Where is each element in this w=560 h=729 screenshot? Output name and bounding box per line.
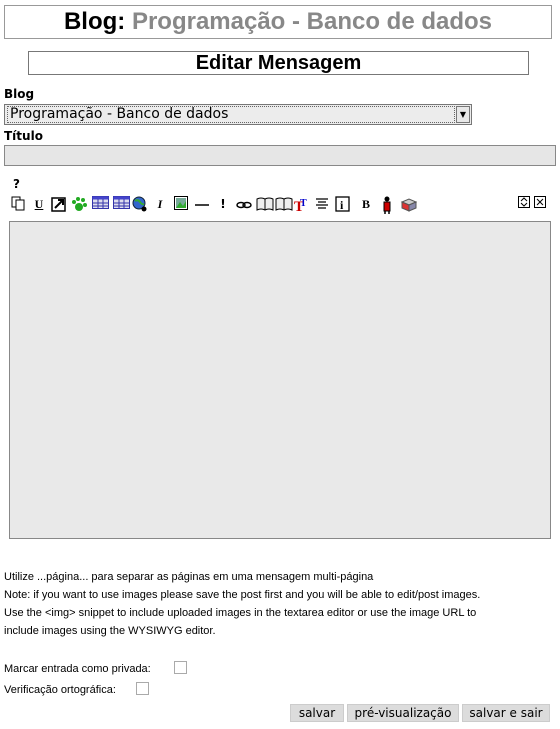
close-icon[interactable] [532, 196, 548, 213]
title-input[interactable] [4, 145, 556, 166]
bold-icon[interactable]: B [358, 196, 374, 213]
save-button[interactable]: salvar [290, 704, 344, 722]
table-alt-icon[interactable] [112, 196, 130, 213]
info-icon[interactable]: i [335, 196, 351, 213]
note-wysiwyg: include images using the WYSIWYG editor. [4, 625, 216, 637]
chevron-down-icon[interactable]: ▼ [456, 106, 470, 123]
title-prefix: Blog: [63, 8, 126, 35]
table-icon[interactable] [91, 196, 109, 213]
private-checkbox[interactable] [174, 661, 187, 674]
blog-label: Blog [4, 87, 35, 101]
spellcheck-checkbox[interactable] [136, 682, 149, 695]
blog-select-value: Programação - Banco de dados [10, 106, 229, 122]
private-label: Marcar entrada como privada: [4, 663, 151, 675]
blog-name: Programação - Banco de dados [131, 8, 493, 35]
help-icon[interactable]: ? [13, 177, 20, 191]
external-link-icon[interactable] [51, 196, 67, 213]
preview-button[interactable]: pré-visualização [347, 704, 459, 722]
package-icon[interactable] [400, 196, 418, 213]
section-title: Editar Mensagem [28, 51, 529, 75]
page-title: Blog: Programação - Banco de dados [4, 5, 552, 39]
underline-icon[interactable]: U [31, 196, 47, 213]
italic-icon[interactable]: I [152, 196, 168, 213]
title-label: Título [4, 129, 43, 143]
book-icon[interactable] [256, 196, 274, 213]
message-editor[interactable] [9, 221, 551, 539]
note-pagination: Utilize ...página... para separar as pág… [4, 571, 374, 583]
save-exit-button[interactable]: salvar e sair [462, 704, 550, 722]
image-icon[interactable] [173, 196, 189, 213]
text-color-icon[interactable]: TT [294, 196, 310, 215]
link-icon[interactable] [236, 196, 252, 213]
paw-icon[interactable] [71, 196, 87, 213]
horizontal-rule-icon[interactable] [194, 196, 210, 213]
book-open-icon[interactable] [275, 196, 293, 213]
globe-icon[interactable] [132, 196, 148, 213]
spellcheck-label: Verificação ortográfica: [4, 684, 116, 696]
copy-icon[interactable] [10, 196, 26, 213]
blog-select[interactable]: Programação - Banco de dados ▼ [4, 104, 472, 125]
person-icon[interactable] [379, 196, 395, 214]
svg-text:T: T [300, 198, 307, 209]
exclamation-icon[interactable]: ! [215, 196, 231, 213]
note-images: Note: if you want to use images please s… [4, 589, 481, 601]
resize-icon[interactable] [516, 196, 532, 213]
note-img-snippet: Use the <img> snippet to include uploade… [4, 607, 477, 619]
align-center-icon[interactable] [314, 196, 330, 213]
